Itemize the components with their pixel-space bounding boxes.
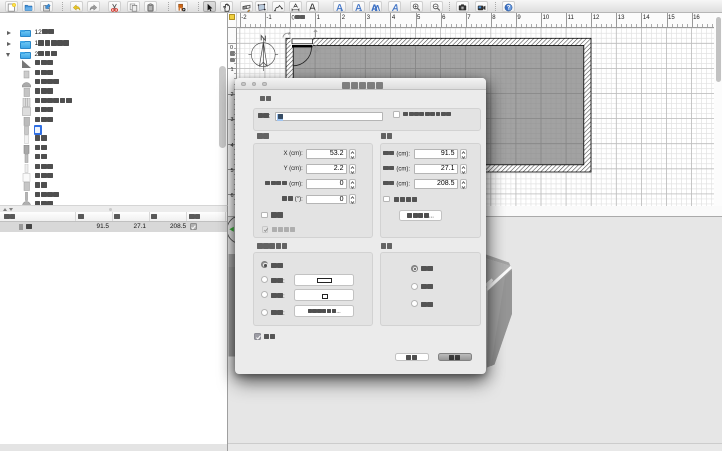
svg-text:?: ? bbox=[507, 6, 511, 12]
